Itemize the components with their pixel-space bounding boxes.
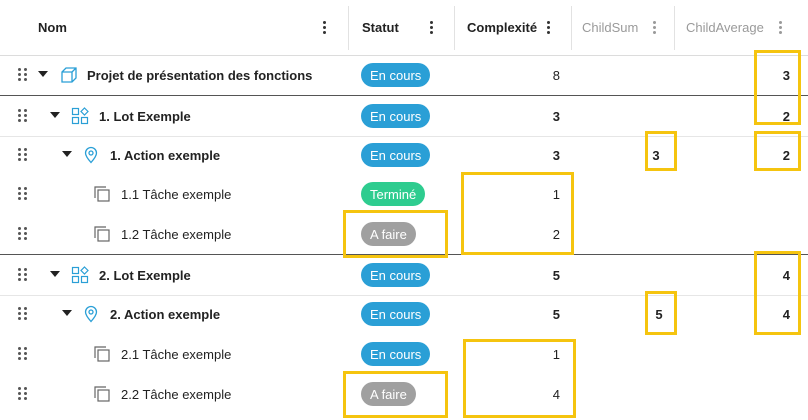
row-name: 1.1 Tâche exemple [121, 186, 232, 202]
drag-handle-icon[interactable] [18, 148, 28, 162]
childsum-value: 3 [652, 147, 660, 163]
row-name: Projet de présentation des fonctions [87, 67, 313, 83]
copy-icon [94, 386, 110, 402]
drag-handle-icon[interactable] [18, 387, 28, 401]
status-badge[interactable]: Terminé [361, 182, 426, 206]
table-row[interactable]: 1. Action exemple En cours 3 3 2 [0, 135, 808, 175]
row-name: 2. Lot Exemple [99, 267, 191, 283]
complexite-value: 4 [552, 386, 560, 402]
status-badge[interactable]: En cours [361, 342, 431, 366]
complexite-value: 1 [552, 186, 560, 202]
row-name: 1.2 Tâche exemple [121, 226, 232, 242]
table-row[interactable]: Projet de présentation des fonctions En … [0, 55, 808, 96]
location-pin-icon [84, 146, 98, 164]
column-divider[interactable] [674, 6, 675, 50]
childaverage-value: 4 [782, 267, 790, 283]
column-header-complexite[interactable]: Complexité [467, 0, 537, 55]
shapes-icon [71, 266, 89, 284]
column-header-childaverage[interactable]: ChildAverage [686, 0, 764, 55]
column-menu-childaverage-icon[interactable] [778, 21, 782, 34]
column-header-nom[interactable]: Nom [38, 0, 67, 55]
copy-icon [94, 226, 110, 242]
drag-handle-icon[interactable] [18, 68, 28, 82]
collapse-caret-icon[interactable] [62, 151, 72, 157]
row-name: 2.1 Tâche exemple [121, 346, 232, 362]
childaverage-value: 2 [782, 108, 790, 124]
column-menu-statut-icon[interactable] [429, 21, 433, 34]
status-badge[interactable]: A faire [361, 222, 416, 246]
row-name: 1. Lot Exemple [99, 108, 191, 124]
complexite-value: 5 [552, 267, 560, 283]
column-menu-complexite-icon[interactable] [546, 21, 550, 34]
drag-handle-icon[interactable] [18, 347, 28, 361]
row-name: 2.2 Tâche exemple [121, 386, 232, 402]
complexite-value: 5 [552, 306, 560, 322]
status-badge[interactable]: En cours [361, 263, 431, 287]
location-pin-icon [84, 305, 98, 323]
column-menu-nom-icon[interactable] [322, 21, 326, 34]
grid-header: Nom Statut Complexité ChildSum ChildAver… [0, 0, 808, 56]
table-row[interactable]: 2.2 Tâche exemple A faire 4 [0, 374, 808, 414]
table-row[interactable]: 1.1 Tâche exemple Terminé 1 [0, 174, 808, 214]
column-header-statut[interactable]: Statut [362, 0, 399, 55]
row-name: 2. Action exemple [110, 306, 221, 322]
status-badge[interactable]: En cours [361, 143, 431, 167]
childaverage-value: 3 [782, 67, 790, 83]
column-header-childsum[interactable]: ChildSum [582, 0, 638, 55]
column-divider[interactable] [348, 6, 349, 50]
table-row[interactable]: 2.1 Tâche exemple En cours 1 [0, 334, 808, 374]
table-row[interactable]: 2. Lot Exemple En cours 5 4 [0, 255, 808, 296]
column-divider[interactable] [571, 6, 572, 50]
column-divider[interactable] [454, 6, 455, 50]
childaverage-value: 4 [782, 306, 790, 322]
complexite-value: 3 [552, 108, 560, 124]
status-badge[interactable]: En cours [361, 104, 431, 128]
collapse-caret-icon[interactable] [50, 112, 60, 118]
drag-handle-icon[interactable] [18, 187, 28, 201]
row-name: 1. Action exemple [110, 147, 221, 163]
cube-icon [61, 67, 77, 83]
status-badge[interactable]: En cours [361, 63, 431, 87]
complexite-value: 1 [552, 346, 560, 362]
collapse-caret-icon[interactable] [62, 310, 72, 316]
column-menu-childsum-icon[interactable] [652, 21, 656, 34]
childaverage-value: 2 [782, 147, 790, 163]
complexite-value: 2 [552, 226, 560, 242]
status-badge[interactable]: En cours [361, 302, 431, 326]
drag-handle-icon[interactable] [18, 268, 28, 282]
childsum-value: 5 [655, 306, 663, 322]
drag-handle-icon[interactable] [18, 109, 28, 123]
complexite-value: 8 [552, 67, 560, 83]
table-row[interactable]: 1. Lot Exemple En cours 3 2 [0, 96, 808, 137]
collapse-caret-icon[interactable] [38, 71, 48, 77]
drag-handle-icon[interactable] [18, 227, 28, 241]
collapse-caret-icon[interactable] [50, 271, 60, 277]
status-badge[interactable]: A faire [361, 382, 416, 406]
table-row[interactable]: 2. Action exemple En cours 5 5 4 [0, 294, 808, 334]
drag-handle-icon[interactable] [18, 307, 28, 321]
copy-icon [94, 346, 110, 362]
shapes-icon [71, 107, 89, 125]
complexite-value: 3 [552, 147, 560, 163]
copy-icon [94, 186, 110, 202]
table-row[interactable]: 1.2 Tâche exemple A faire 2 [0, 214, 808, 255]
